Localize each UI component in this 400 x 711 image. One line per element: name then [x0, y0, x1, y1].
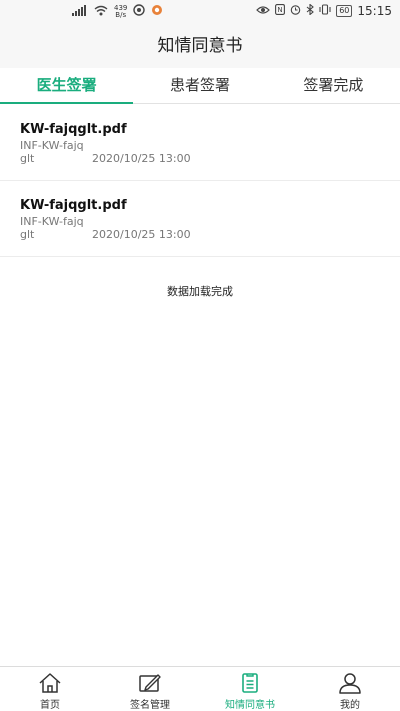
document-name: KW-fajqglt.pdf — [20, 122, 127, 137]
nav-home[interactable]: 首页 — [0, 667, 100, 711]
nfc-icon: N — [275, 4, 286, 18]
status-bar: 439 B/s N 60 15:15 — [0, 0, 400, 24]
document-icon — [238, 672, 262, 698]
nav-signature-label: 签名管理 — [130, 700, 170, 711]
nav-consent[interactable]: 知情同意书 — [200, 667, 300, 711]
document-list: KW-fajqglt.pdf INF-KW-fajq glt 2020/10/2… — [0, 105, 400, 257]
list-item[interactable]: KW-fajqglt.pdf INF-KW-fajq glt 2020/10/2… — [0, 105, 400, 181]
signature-icon — [138, 672, 162, 698]
load-status-text: 数据加载完成 — [167, 285, 233, 298]
eye-icon — [256, 5, 271, 18]
profile-icon — [338, 672, 362, 698]
home-icon — [38, 672, 62, 698]
nav-profile-label: 我的 — [340, 700, 360, 711]
document-datetime: 2020/10/25 13:00 — [92, 152, 191, 165]
document-meta: glt 2020/10/25 13:00 — [20, 228, 400, 241]
bottom-nav: 首页 签名管理 知情同意书 我的 — [0, 666, 400, 711]
nav-home-label: 首页 — [40, 700, 60, 711]
tab-doctor-sign[interactable]: 医生签署 — [0, 68, 134, 104]
network-speed-unit: B/s — [115, 10, 127, 19]
page-title: 知情同意书 — [0, 24, 400, 68]
nav-profile[interactable]: 我的 — [300, 667, 400, 711]
document-code: INF-KW-fajq — [20, 139, 84, 152]
network-speed: 439 B/s — [114, 4, 127, 19]
document-datetime: 2020/10/25 13:00 — [92, 228, 191, 241]
document-user: glt — [20, 152, 35, 165]
tab-sign-complete[interactable]: 签署完成 — [267, 68, 400, 103]
svg-text:N: N — [278, 6, 283, 14]
vibrate-icon — [319, 4, 331, 18]
nav-consent-label: 知情同意书 — [225, 700, 275, 711]
status-time: 15:15 — [357, 4, 392, 18]
document-user: glt — [20, 228, 35, 241]
document-code: INF-KW-fajq — [20, 215, 84, 228]
list-item[interactable]: KW-fajqglt.pdf INF-KW-fajq glt 2020/10/2… — [0, 181, 400, 257]
tab-bar: 医生签署 患者签署 签署完成 — [0, 68, 400, 104]
wifi-icon — [94, 5, 108, 19]
tab-patient-sign[interactable]: 患者签署 — [133, 68, 266, 103]
bluetooth-icon — [306, 3, 315, 18]
app-notification-icon — [133, 4, 146, 19]
document-meta: glt 2020/10/25 13:00 — [20, 152, 400, 165]
app-notification-icon-2 — [151, 4, 163, 19]
battery-indicator: 60 — [336, 5, 353, 17]
alarm-icon — [290, 4, 301, 18]
nav-signature[interactable]: 签名管理 — [100, 667, 200, 711]
signal-icon — [72, 4, 88, 19]
document-name: KW-fajqglt.pdf — [20, 198, 127, 213]
